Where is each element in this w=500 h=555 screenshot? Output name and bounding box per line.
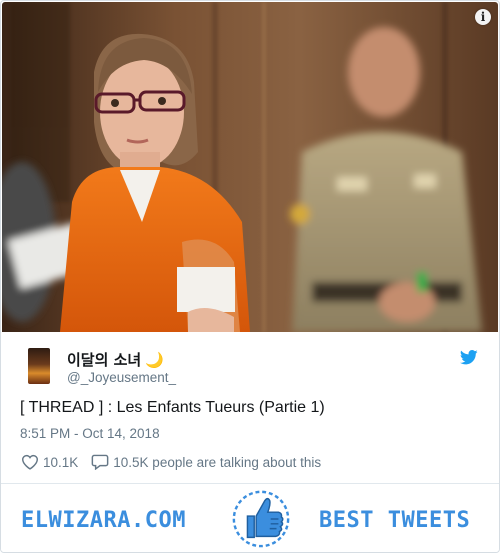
user-handle[interactable]: @_Joyeusement_	[67, 370, 176, 385]
display-name-text: 이달의 소녀	[67, 351, 142, 369]
embedded-tweet-card: i 이달의 소녀 🌙 @_Joyeusement_ [ THREAD ] : Le…	[0, 0, 500, 553]
thumbs-up-icon	[232, 490, 290, 548]
info-icon[interactable]: i	[475, 9, 491, 25]
display-name[interactable]: 이달의 소녀 🌙	[67, 349, 164, 370]
best-tweets-label: BEST TWEETS	[319, 508, 471, 533]
twitter-bird-icon[interactable]	[460, 350, 478, 365]
heart-icon	[21, 454, 39, 470]
tweet-timestamp[interactable]: 8:51 PM - Oct 14, 2018	[20, 426, 160, 441]
tweet-text[interactable]: [ THREAD ] : Les Enfants Tueurs (Partie …	[20, 399, 325, 417]
tweet-photo[interactable]: i	[2, 2, 498, 332]
tweet-stats: 10.1K 10.5K people are talking about thi…	[21, 452, 321, 472]
site-brand[interactable]: ELWIZARA.COM	[21, 508, 186, 533]
footer-banner: ELWIZARA.COM BEST TWEETS	[1, 484, 499, 552]
avatar[interactable]	[28, 348, 50, 384]
conversation-text: 10.5K people are talking about this	[113, 454, 322, 470]
tweet-body: 이달의 소녀 🌙 @_Joyeusement_ [ THREAD ] : Les …	[1, 333, 499, 481]
like-button[interactable]: 10.1K	[21, 454, 78, 470]
conversation-link[interactable]: 10.5K people are talking about this	[91, 454, 321, 470]
comment-icon	[91, 454, 109, 470]
moon-emoji: 🌙	[145, 351, 164, 369]
courtroom-photo	[2, 2, 498, 332]
like-count: 10.1K	[43, 454, 79, 470]
